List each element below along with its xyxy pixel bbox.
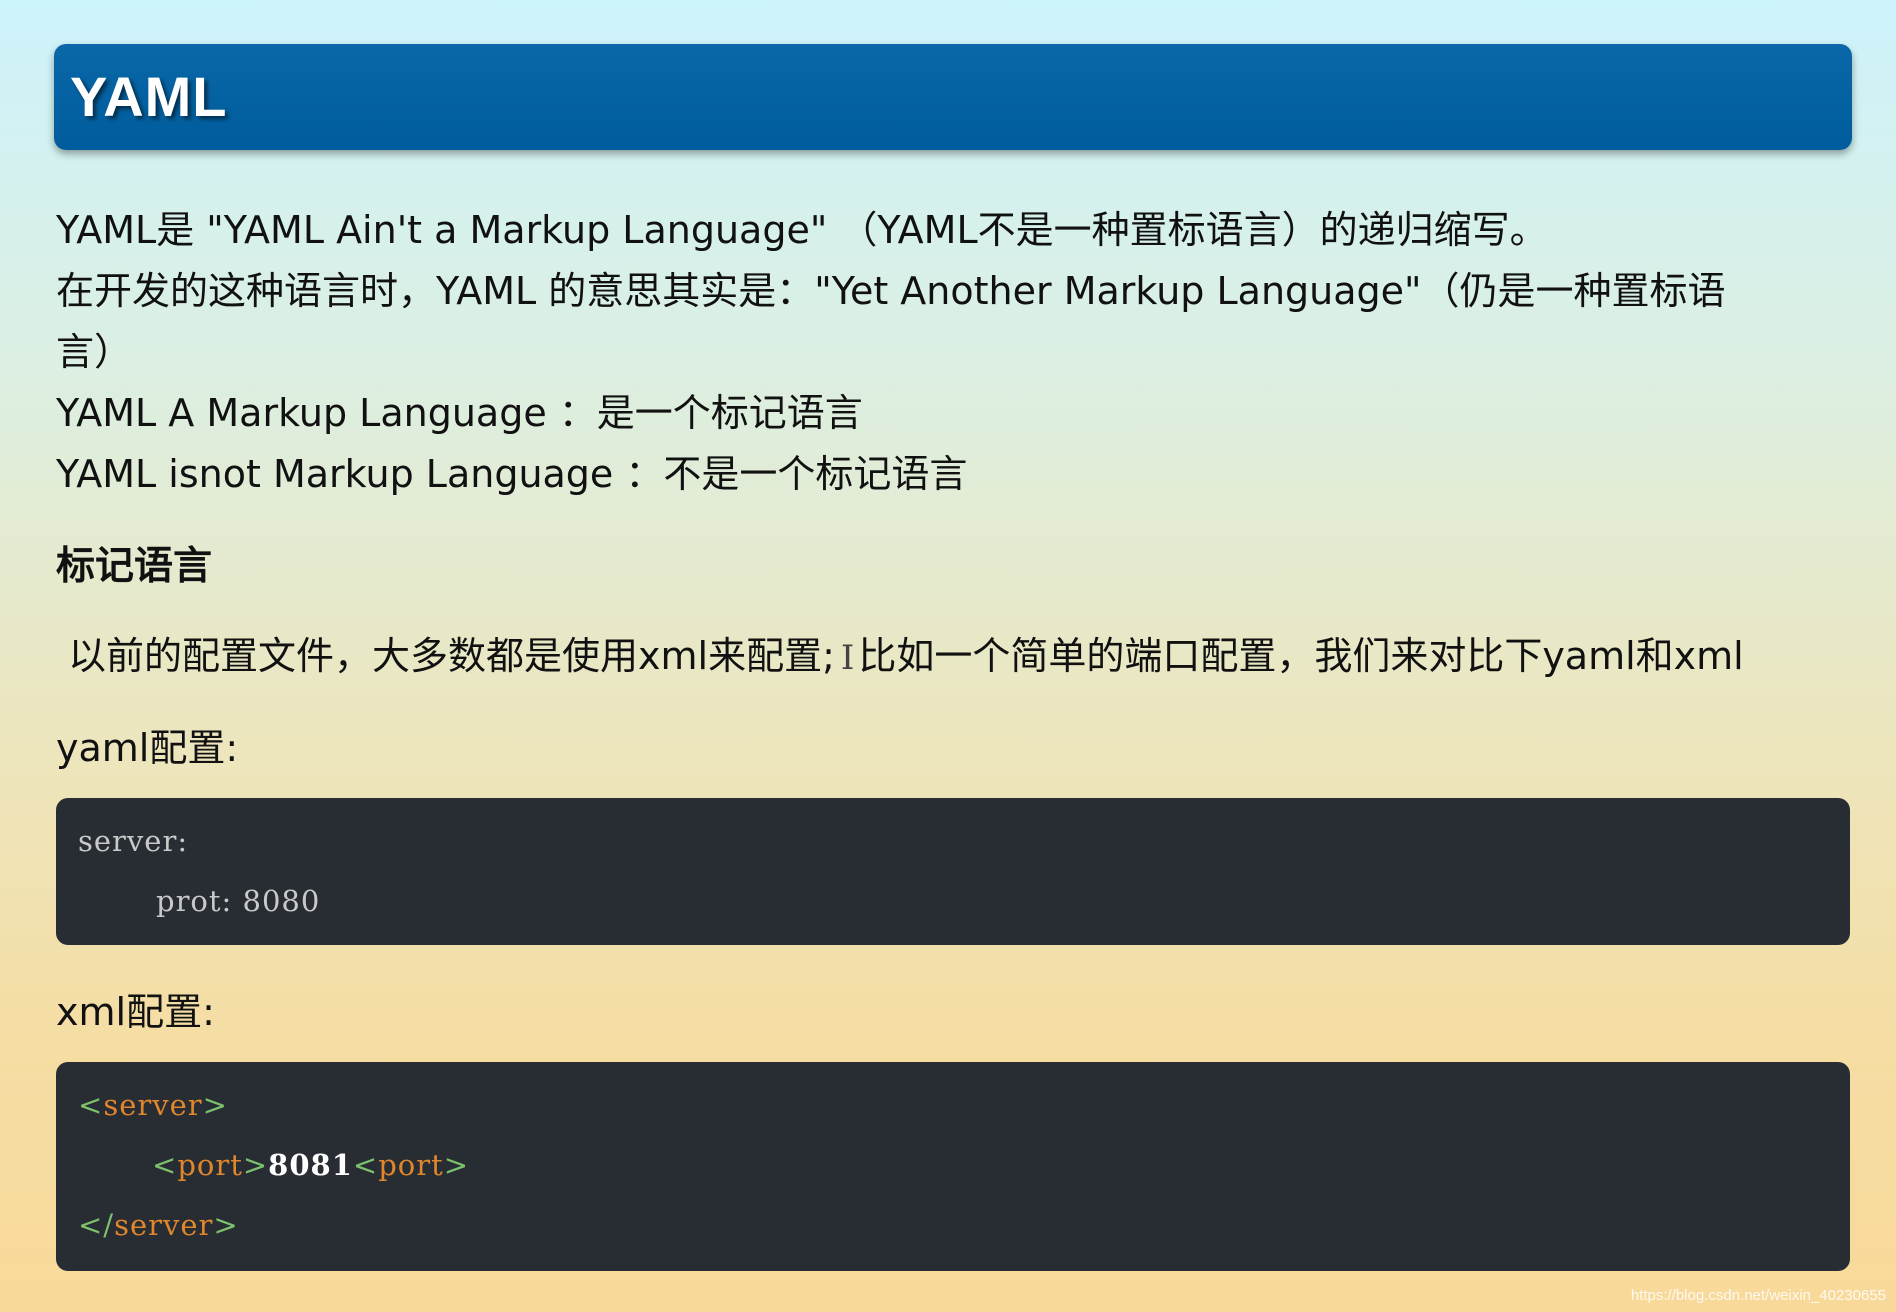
xml-bracket: < — [78, 1088, 104, 1122]
xml-bracket: > — [213, 1208, 239, 1242]
code-line: server: — [78, 824, 189, 858]
xml-label: xml配置: — [56, 990, 215, 1034]
xml-bracket: > — [202, 1088, 228, 1122]
code-line: <port>8081<port> — [152, 1148, 469, 1182]
description-text: 以前的配置文件，大多数都是使用xml来配置; I 比如一个简单的端口配置，我们来对比… — [68, 625, 1744, 680]
xml-bracket: </ — [78, 1208, 115, 1242]
yaml-code-block: server: prot: 8080 — [56, 798, 1850, 945]
xml-bracket: < — [352, 1148, 379, 1182]
xml-bracket: > — [242, 1148, 269, 1182]
xml-tag: server — [103, 1088, 203, 1122]
watermark: https://blog.csdn.net/weixin_40230655 — [1630, 1287, 1886, 1304]
intro-paragraph: YAML是 "YAML Ain't a Markup Language" （YA… — [56, 200, 1856, 505]
text-cursor-icon: I — [840, 638, 855, 678]
code-line: </server> — [78, 1208, 239, 1242]
code-line: prot: 8080 — [156, 884, 321, 918]
xml-tag: port — [177, 1148, 243, 1182]
xml-value: 8081 — [268, 1148, 353, 1182]
description-part2: 比如一个简单的端口配置，我们来对比下yaml和xml — [858, 634, 1744, 678]
intro-line: YAML isnot Markup Language ：不是一个标记语言 — [56, 452, 968, 496]
intro-line: YAML是 "YAML Ain't a Markup Language" （YA… — [56, 208, 1548, 252]
description-part1: 以前的配置文件，大多数都是使用xml来配置; — [68, 634, 835, 678]
code-line: <server> — [78, 1088, 228, 1122]
xml-bracket: > — [443, 1148, 470, 1182]
intro-line: 在开发的这种语言时，YAML 的意思其实是："Yet Another Marku… — [56, 269, 1726, 313]
xml-bracket: < — [152, 1148, 178, 1182]
title-bar: YAML — [54, 44, 1852, 150]
xml-code-block: <server> <port>8081<port> </server> — [56, 1062, 1850, 1271]
intro-line: 言） — [56, 330, 133, 374]
xml-tag: server — [114, 1208, 214, 1242]
xml-tag: port — [378, 1148, 444, 1182]
yaml-label: yaml配置: — [56, 726, 239, 770]
intro-line: YAML A Markup Language ：是一个标记语言 — [56, 391, 863, 435]
section-heading: 标记语言 — [56, 544, 213, 589]
page-title: YAML — [70, 65, 228, 128]
